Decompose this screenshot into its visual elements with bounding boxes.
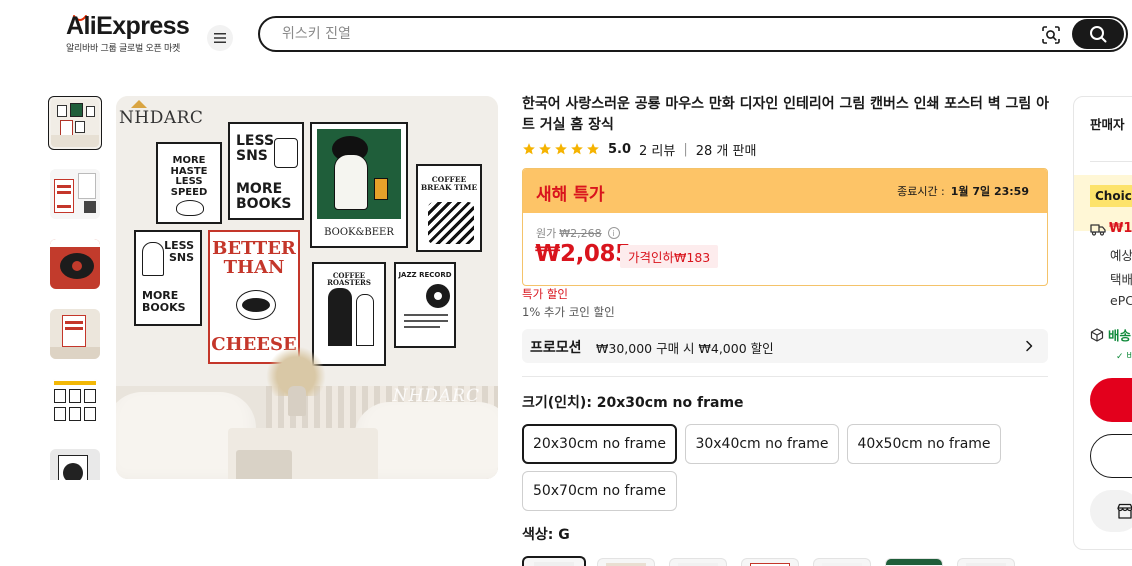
thumbnail-2[interactable] <box>50 169 100 219</box>
search-icon <box>1090 26 1107 43</box>
poster-book-beer: BOOK&BEER <box>310 122 408 248</box>
color-swatch-4[interactable] <box>741 558 799 566</box>
star-icon <box>587 143 599 155</box>
aliexpress-logo[interactable]: AliExpress 알리바바 그룹 글로벌 오픈 마켓 <box>64 12 190 56</box>
price-drop-badge: 가격인하₩183 <box>620 245 719 268</box>
guarantee-check: ✓ 비 <box>1116 352 1132 362</box>
delivery-estimate-label: 예상 <box>1110 248 1132 263</box>
deal-end-label: 종료시간 : <box>897 185 945 198</box>
thumbnail-4[interactable] <box>50 309 100 359</box>
promotion-text: ₩30,000 구매 시 ₩4,000 할인 <box>596 341 774 356</box>
size-option-30x40[interactable]: 30x40cm no frame <box>685 424 839 464</box>
color-swatch-3[interactable] <box>669 558 727 566</box>
original-price: ₩2,268 <box>559 226 602 240</box>
star-icon <box>571 143 583 155</box>
truck-icon <box>1090 223 1106 236</box>
search-bar <box>258 16 1128 52</box>
size-label: 크기(인치): 20x30cm no frame <box>522 395 744 411</box>
color-swatch-2[interactable] <box>597 558 655 566</box>
original-price-label: 원가 <box>536 227 557 240</box>
color-swatch-5[interactable] <box>813 558 871 566</box>
size-option-50x70[interactable]: 50x70cm no frame <box>522 471 677 511</box>
star-icon <box>555 143 567 155</box>
info-icon[interactable]: i <box>607 227 620 239</box>
coin-discount-label: 1% 추가 코인 할인 <box>522 305 615 319</box>
original-price-row: 원가 ₩2,268 i <box>536 225 620 241</box>
thumbnail-list <box>48 96 104 480</box>
store-icon <box>1117 503 1132 519</box>
sold-count: 28 개 판매 <box>695 143 757 159</box>
menu-button[interactable] <box>207 25 233 51</box>
new-year-deal-box: 새해 특가 종료시간 : 1월 7일 23:59 원가 ₩2,268 i ₩2,0… <box>522 168 1048 286</box>
star-icon <box>539 143 551 155</box>
thumbnail-1[interactable] <box>48 96 102 150</box>
search-input[interactable] <box>282 23 1022 45</box>
poster-jazz-record: JAZZ RECORD <box>394 262 456 348</box>
buy-now-button[interactable] <box>1090 378 1132 422</box>
camera-scan-icon <box>1042 26 1060 44</box>
product-title: 한국어 사랑스러운 공룡 마우스 만화 디자인 인테리어 그림 캔버스 인쇄 포… <box>522 96 1050 133</box>
deal-end-value: 1월 7일 23:59 <box>950 185 1029 198</box>
box-icon <box>1090 327 1104 342</box>
image-watermark: NHDARC <box>392 386 480 406</box>
color-swatch-6[interactable] <box>885 558 943 566</box>
chevron-right-icon <box>1026 340 1033 352</box>
section-divider <box>522 376 1048 377</box>
choice-badge: Choice <box>1090 185 1132 207</box>
panel-divider <box>1090 161 1132 162</box>
poster-more-haste: MORE HASTE LESS SPEED <box>156 142 222 224</box>
shipping-price: ₩10 <box>1109 221 1132 236</box>
size-option-20x30[interactable]: 20x30cm no frame <box>522 424 677 464</box>
color-swatch-1[interactable] <box>522 556 586 566</box>
delivery-guarantee-label: 배송 <box>1108 328 1132 343</box>
logo-tagline: 알리바바 그룹 글로벌 오픈 마켓 <box>66 44 180 54</box>
thumbnail-3[interactable] <box>50 239 100 289</box>
courier-name: ePC <box>1110 293 1132 308</box>
courier-label: 택배 <box>1110 272 1132 287</box>
poster-less-sns-2: LESS SNS MORE BOOKS <box>134 230 202 326</box>
sale-discount-label: 특가 할인 <box>522 287 568 301</box>
review-count[interactable]: 2 리뷰 <box>639 140 675 159</box>
color-swatch-7[interactable] <box>957 558 1015 566</box>
current-price: ₩2,085 <box>535 241 631 267</box>
promotion-row[interactable]: 프로모션 ₩30,000 구매 시 ₩4,000 할인 <box>522 329 1048 363</box>
logo-text: AliExpress <box>66 12 190 40</box>
rating-stars <box>522 142 600 156</box>
purchase-panel: 판매자 Choice ₩10 예상 택배 ePC 배송 ✓ 비 <box>1073 96 1132 550</box>
deal-header: 새해 특가 종료시간 : 1월 7일 23:59 <box>523 169 1047 213</box>
brand-mark: NHDARC <box>119 100 204 128</box>
poster-less-sns: LESS SNS MORE BOOKS <box>228 122 304 220</box>
seller-label[interactable]: 판매자 <box>1090 114 1125 133</box>
rating-score: 5.0 <box>608 141 632 157</box>
poster-better-than-cheese: BETTER THAN CHEESE <box>208 230 300 364</box>
rating-separator: | <box>683 141 688 157</box>
thumbnail-6[interactable] <box>50 449 100 480</box>
hamburger-icon <box>214 33 226 43</box>
search-button[interactable] <box>1072 19 1124 49</box>
color-label: 색상: G <box>522 527 570 543</box>
deal-end-time: 종료시간 : 1월 7일 23:59 <box>897 183 1029 199</box>
size-option-40x50[interactable]: 40x50cm no frame <box>847 424 1001 464</box>
rating-row[interactable]: 5.0 2 리뷰 | 28 개 판매 <box>522 140 757 159</box>
shipping-price-row: ₩10 <box>1090 221 1132 236</box>
thumbnail-5[interactable] <box>50 379 100 429</box>
main-product-image[interactable]: NHDARC MORE HASTE LESS SPEED LESS SNS MO… <box>116 96 498 479</box>
delivery-guarantee-row[interactable]: 배송 <box>1090 325 1131 344</box>
add-to-cart-button[interactable] <box>1090 434 1132 478</box>
poster-coffee-break: COFFEE BREAK TIME <box>416 164 482 252</box>
image-search-button[interactable] <box>1040 24 1062 46</box>
promotion-title: 프로모션 <box>530 340 582 356</box>
deal-title: 새해 특가 <box>536 185 605 205</box>
star-icon <box>523 143 535 155</box>
store-button[interactable] <box>1090 490 1132 532</box>
